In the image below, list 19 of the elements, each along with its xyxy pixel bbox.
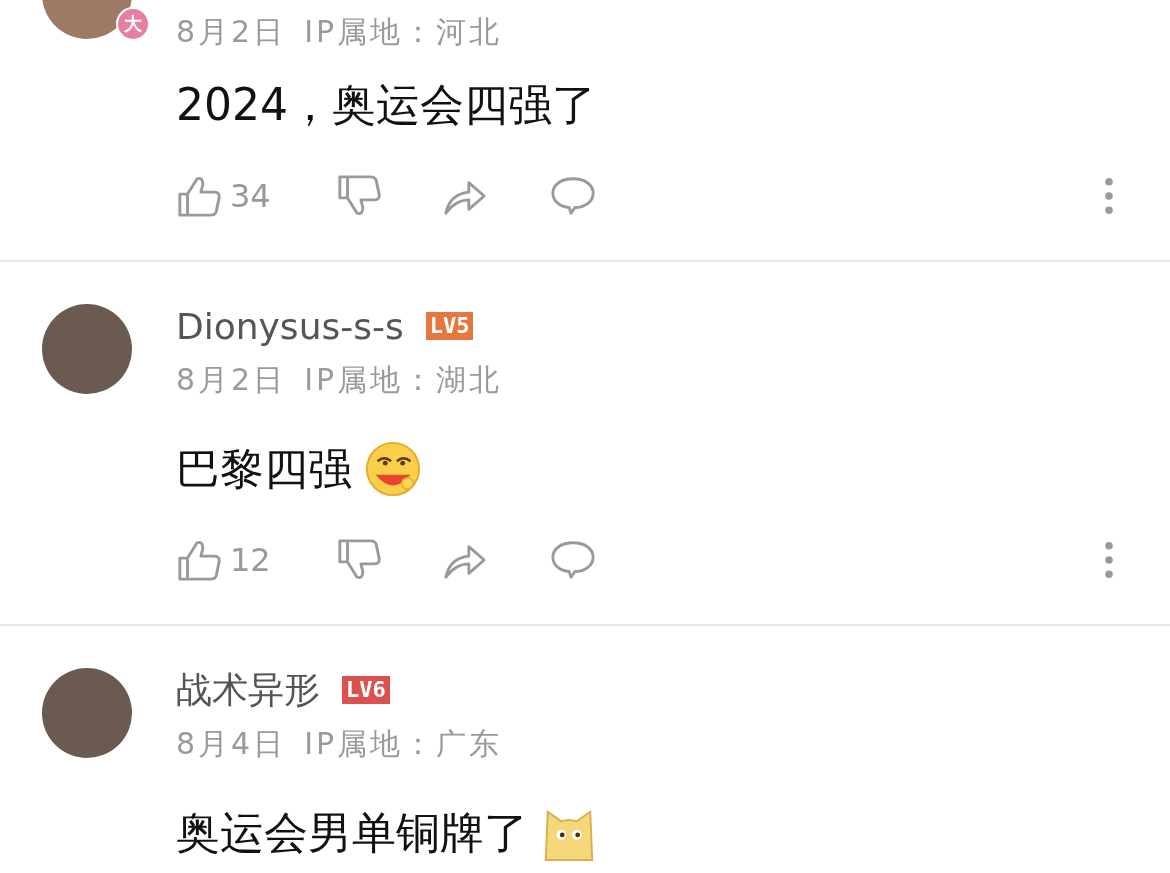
avatar-badge: 大	[116, 7, 150, 41]
ip-location: IP属地：广东	[304, 724, 503, 763]
comment-date: 8月4日	[176, 724, 287, 763]
comment-text: 2024，奥运会四强了	[176, 77, 596, 132]
level-badge: LV6	[342, 676, 390, 704]
like-count: 12	[230, 541, 271, 579]
username[interactable]: Dionysus-s-s	[176, 305, 404, 347]
comment-text: 奥运会男单铜牌了	[176, 805, 528, 860]
laughing-face-icon	[364, 440, 422, 498]
username[interactable]: 战术异形	[176, 665, 320, 715]
more-options-icon[interactable]	[1104, 177, 1114, 215]
like-count: 34	[230, 177, 271, 215]
more-options-icon[interactable]	[1104, 541, 1114, 579]
level-badge: LV5	[425, 312, 474, 340]
comment-text: 巴黎四强	[176, 441, 352, 496]
ip-location: IP属地：河北	[304, 12, 503, 51]
comment-date: 8月2日	[176, 12, 287, 51]
ip-location: IP属地：湖北	[304, 360, 503, 399]
comment-date: 8月2日	[176, 360, 287, 399]
